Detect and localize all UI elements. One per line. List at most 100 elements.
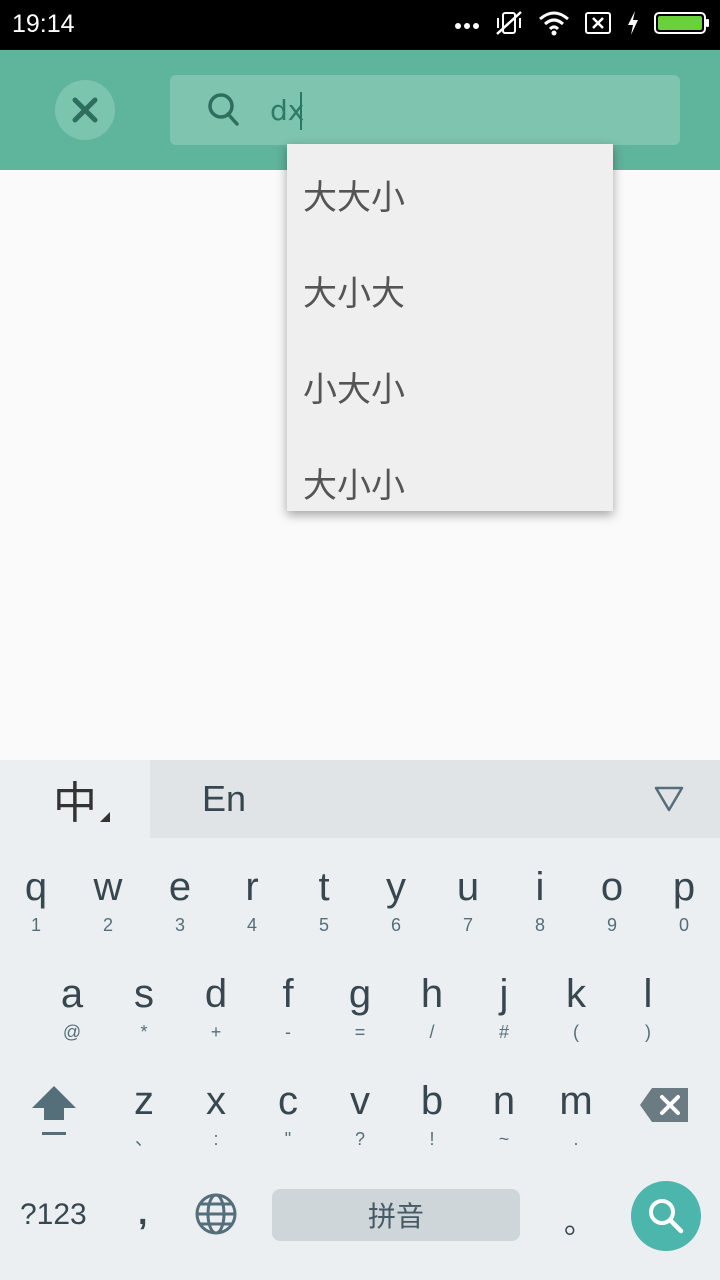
battery-icon — [654, 11, 710, 39]
globe-icon — [195, 1193, 237, 1235]
key-letter: e — [168, 865, 192, 909]
suggestion-item[interactable]: 大小大 — [287, 242, 613, 338]
key-letter: y — [386, 865, 406, 909]
key[interactable]: c " — [252, 1079, 324, 1179]
key[interactable]: d + — [180, 972, 252, 1072]
search-icon — [649, 1199, 684, 1234]
more-icon — [454, 16, 480, 35]
key-letter: d — [204, 972, 228, 1016]
key[interactable]: y6 — [360, 865, 432, 965]
space-key[interactable]: 拼音 — [272, 1189, 520, 1241]
key[interactable]: a @ — [36, 972, 108, 1072]
search-box[interactable] — [170, 75, 680, 145]
key-letter: f — [282, 972, 294, 1016]
key[interactable]: t5 — [288, 865, 360, 965]
key-letter: u — [456, 865, 480, 909]
backspace-icon — [640, 1088, 688, 1122]
key-alt: 8 — [534, 915, 545, 935]
key-alt: 2 — [102, 915, 113, 935]
suggestion-item[interactable]: 大小小 — [287, 434, 613, 511]
language-key[interactable] — [194, 1192, 238, 1241]
key[interactable]: h / — [396, 972, 468, 1072]
key-letter: x — [206, 1079, 226, 1123]
suggestion-item[interactable]: 大大小 — [287, 146, 613, 242]
key-letter: n — [492, 1079, 516, 1123]
key-letter: m — [559, 1079, 593, 1123]
key-alt: . — [573, 1129, 579, 1149]
key[interactable]: n ~ — [468, 1079, 540, 1179]
key-letter: o — [600, 865, 624, 909]
key[interactable]: j # — [468, 972, 540, 1072]
key[interactable]: f- — [252, 972, 324, 1072]
key-alt: 、 — [135, 1129, 153, 1149]
status-time: 19:14 — [12, 10, 75, 38]
expand-triangle-icon[interactable] — [654, 786, 684, 816]
key[interactable]: b! — [396, 1079, 468, 1179]
key[interactable]: x: — [180, 1079, 252, 1179]
key-letter: i — [535, 865, 545, 909]
search-input[interactable] — [270, 90, 650, 130]
keyboard-candidate-bar: 中 En — [0, 760, 720, 838]
key[interactable]: v? — [324, 1079, 396, 1179]
suggestion-item[interactable]: 小大小 — [287, 338, 613, 434]
key[interactable]: p0 — [648, 865, 720, 965]
close-button[interactable] — [55, 80, 115, 140]
symbols-key[interactable]: ?123 — [20, 1198, 87, 1232]
key[interactable]: w2 — [72, 865, 144, 965]
english-mode-label: En — [202, 778, 247, 819]
sim-off-icon — [584, 11, 612, 39]
wifi-icon — [538, 10, 570, 40]
chinese-mode-tab[interactable]: 中 — [0, 760, 150, 838]
key-alt: * — [140, 1022, 148, 1042]
period-key[interactable]: 。 — [564, 1198, 594, 1242]
key-letter: g — [348, 972, 372, 1016]
key[interactable]: q1 — [0, 865, 72, 965]
close-icon — [72, 97, 98, 123]
key-alt: " — [284, 1129, 292, 1149]
key-letter: p — [672, 865, 696, 909]
comma-key[interactable]: , — [138, 1194, 147, 1233]
key-alt: = — [354, 1022, 366, 1042]
key-letter: h — [420, 972, 444, 1016]
key-alt: 3 — [174, 915, 185, 935]
key-alt: - — [285, 1022, 291, 1042]
backspace-key[interactable] — [638, 1085, 694, 1129]
key-letter: s — [134, 972, 154, 1016]
key[interactable]: s * — [108, 972, 180, 1072]
key[interactable]: g = — [324, 972, 396, 1072]
key-alt: ) — [645, 1022, 651, 1042]
key-letter: k — [566, 972, 586, 1016]
search-icon — [206, 91, 240, 131]
charging-icon — [626, 10, 640, 40]
search-enter-key[interactable] — [631, 1181, 701, 1251]
key-alt: : — [213, 1129, 219, 1149]
key-alt: ~ — [498, 1129, 510, 1149]
key[interactable]: k( — [540, 972, 612, 1072]
key[interactable]: m. — [540, 1079, 612, 1179]
key[interactable]: l) — [612, 972, 684, 1072]
key[interactable]: o9 — [576, 865, 648, 965]
key[interactable]: r4 — [216, 865, 288, 965]
shift-icon — [32, 1086, 76, 1135]
key-letter: c — [278, 1079, 298, 1123]
english-mode-tab[interactable]: En — [150, 760, 720, 838]
key-alt: 5 — [318, 915, 329, 935]
key-alt: 7 — [462, 915, 473, 935]
key[interactable]: e3 — [144, 865, 216, 965]
key-letter: w — [93, 865, 123, 909]
key-alt: 4 — [246, 915, 257, 935]
key-letter: j — [499, 972, 509, 1016]
key-alt: 9 — [606, 915, 617, 935]
key-letter: q — [24, 865, 48, 909]
key-alt: / — [429, 1022, 435, 1042]
key[interactable]: z、 — [108, 1079, 180, 1179]
key-letter: a — [60, 972, 84, 1016]
shift-key[interactable] — [24, 1078, 84, 1148]
soft-keyboard: 中 En q1 w2 e3 r4 t5 y6 u7 i8 o9 p0 a @ s *… — [0, 760, 720, 1280]
key-alt: # — [498, 1022, 509, 1042]
space-key-label: 拼音 — [367, 1200, 424, 1233]
key[interactable]: i8 — [504, 865, 576, 965]
key-alt: ( — [573, 1022, 579, 1042]
key[interactable]: u7 — [432, 865, 504, 965]
key-alt: @ — [62, 1022, 82, 1042]
